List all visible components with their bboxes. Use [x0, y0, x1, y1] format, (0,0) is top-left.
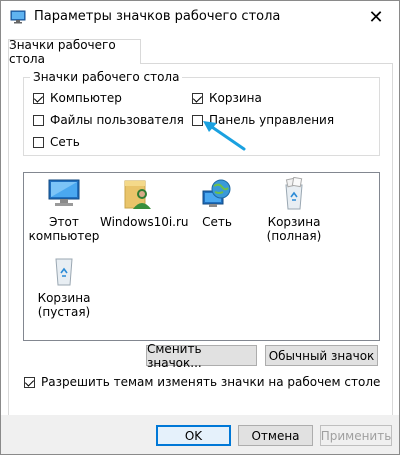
button-label: OK [184, 428, 203, 443]
icon-item-network[interactable]: Сеть [180, 177, 254, 229]
icon-label: Windows10i.ru [100, 215, 189, 229]
window-title: Параметры значков рабочего стола [34, 9, 281, 24]
icon-label: Корзина (пустая) [37, 291, 91, 319]
dialog-footer: OK Отмена Применить [1, 415, 399, 454]
icon-item-recycle-bin-empty[interactable]: Корзина (пустая) [27, 253, 101, 319]
computer-icon [48, 179, 80, 206]
pointer-arrow-icon [203, 121, 246, 151]
group-legend: Значки рабочего стола [30, 70, 183, 84]
desktop-icon-settings-dialog: Параметры значков рабочего стола ✕ Значк… [0, 0, 400, 455]
checkbox-box[interactable] [33, 136, 44, 148]
checkbox-label: Файлы пользователя [50, 113, 184, 127]
icon-label: Этот компьютер [28, 215, 100, 243]
icon-item-computer[interactable]: Этот компьютер [27, 177, 101, 243]
checkbox-computer[interactable]: Компьютер [33, 90, 122, 106]
close-icon: ✕ [368, 6, 384, 28]
apply-button[interactable]: Применить [320, 425, 392, 446]
tab-desktop-icons[interactable]: Значки рабочего стола [8, 38, 141, 66]
checkbox-network[interactable]: Сеть [33, 134, 80, 150]
checkbox-label: Корзина [209, 91, 262, 105]
checkbox-user-files[interactable]: Файлы пользователя [33, 112, 184, 128]
button-label: Отмена [251, 428, 300, 443]
icon-item-user-files[interactable]: Windows10i.ru [100, 177, 189, 229]
checkbox-label: Компьютер [50, 91, 122, 105]
change-icon-button[interactable]: Сменить значок... [146, 342, 257, 370]
checkbox-label: Разрешить темам изменять значки на рабоч… [41, 375, 381, 389]
checkbox-box[interactable] [33, 92, 44, 104]
cancel-button[interactable]: Отмена [238, 425, 313, 446]
icon-item-recycle-bin-full[interactable]: Корзина (полная) [257, 177, 331, 243]
default-icon-button[interactable]: Обычный значок [265, 345, 378, 366]
icon-label: Сеть [202, 215, 232, 229]
button-label: Применить [320, 428, 392, 443]
title-bar: Параметры значков рабочего стола ✕ [1, 1, 399, 33]
checkbox-box[interactable] [24, 376, 35, 388]
checkbox-box[interactable] [33, 114, 44, 126]
checkbox-recycle-bin[interactable]: Корзина [192, 90, 262, 106]
user-folder-icon [124, 180, 151, 209]
close-button[interactable]: ✕ [353, 1, 399, 33]
checkbox-allow-themes[interactable]: Разрешить темам изменять значки на рабоч… [24, 374, 380, 390]
icon-list[interactable]: Этот компьютер Windows10i.ru Сеть Корзин… [23, 172, 380, 341]
tab-panel: Значки рабочего стола Компьютер Корзина … [8, 63, 393, 417]
desktop-monitor-icon [10, 10, 26, 24]
tab-label: Значки рабочего стола [9, 38, 116, 66]
icon-label: Корзина (полная) [266, 215, 322, 243]
ok-button[interactable]: OK [156, 425, 231, 446]
recycle-bin-full-icon [285, 177, 303, 210]
checkbox-label: Сеть [50, 135, 80, 149]
checkbox-box[interactable] [192, 92, 203, 104]
button-label: Обычный значок [268, 348, 375, 363]
network-globe-icon [202, 179, 231, 207]
recycle-bin-empty-icon [55, 258, 73, 286]
button-label: Сменить значок... [147, 341, 202, 370]
